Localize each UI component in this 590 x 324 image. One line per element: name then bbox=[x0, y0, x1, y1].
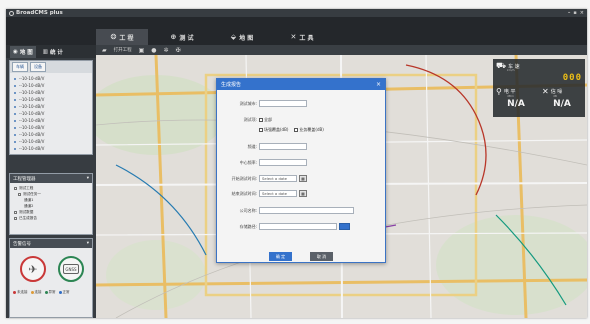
field-label: 公司名称: bbox=[239, 207, 257, 213]
field-row: 公司名称: bbox=[217, 206, 385, 215]
field-label: 频道: bbox=[247, 143, 257, 149]
calendar-icon[interactable]: ▦ bbox=[299, 175, 307, 182]
checkbox-label: 业务覆盖(dB) bbox=[299, 126, 324, 132]
calendar-icon[interactable]: ▦ bbox=[299, 190, 307, 197]
checkbox-label: 全部 bbox=[264, 116, 272, 122]
dialog-buttons: 确 定 取 消 bbox=[217, 252, 385, 261]
center-frequency-input[interactable] bbox=[259, 159, 307, 166]
field-row: 存储路径: bbox=[217, 222, 385, 231]
checkbox-icon[interactable] bbox=[294, 127, 299, 132]
generate-report-dialog: 生成报告 × 测试城市: 测试项: 全部 场强覆盖(dB) 业务覆盖(dB) 频… bbox=[216, 78, 386, 263]
end-date-input[interactable]: Select a date bbox=[259, 190, 297, 197]
field-row: 开始测试时间: Select a date ▦ bbox=[217, 174, 385, 183]
channel-input[interactable] bbox=[259, 143, 307, 150]
field-label: 结束测试时间: bbox=[231, 190, 257, 196]
field-row: 结束测试时间: Select a date ▦ bbox=[217, 189, 385, 198]
dialog-body: 测试城市: 测试项: 全部 场强覆盖(dB) 业务覆盖(dB) 频道: 中心频率… bbox=[217, 90, 385, 264]
cancel-button[interactable]: 取 消 bbox=[310, 252, 333, 261]
field-row: 频道: bbox=[217, 142, 385, 151]
company-name-input[interactable] bbox=[259, 207, 354, 214]
field-row: 测试城市: bbox=[217, 99, 385, 108]
dialog-header: 生成报告 × bbox=[217, 79, 385, 90]
dialog-title: 生成报告 bbox=[221, 82, 242, 88]
ok-button[interactable]: 确 定 bbox=[269, 252, 292, 261]
field-label: 存储路径: bbox=[239, 223, 257, 229]
browse-folder-button[interactable] bbox=[339, 223, 350, 230]
field-label: 测试项: bbox=[243, 116, 257, 122]
service-coverage-checkbox[interactable]: 业务覆盖(dB) bbox=[294, 126, 324, 133]
checkbox-label: 场强覆盖(dB) bbox=[264, 126, 289, 132]
test-city-input[interactable] bbox=[259, 100, 307, 107]
field-label: 测试城市: bbox=[239, 100, 257, 106]
checkbox-icon[interactable] bbox=[259, 117, 263, 122]
field-label: 中心频率: bbox=[239, 159, 257, 165]
field-row: 中心频率: bbox=[217, 158, 385, 167]
close-icon[interactable]: × bbox=[376, 81, 381, 88]
checkbox-icon[interactable] bbox=[259, 127, 263, 132]
field-row: 测试项: 全部 bbox=[217, 115, 385, 124]
field-label: 开始测试时间: bbox=[231, 175, 257, 181]
all-checkbox[interactable]: 全部 bbox=[259, 117, 272, 123]
save-path-input[interactable] bbox=[259, 223, 337, 230]
field-row: 场强覆盖(dB) 业务覆盖(dB) bbox=[217, 125, 385, 134]
start-date-input[interactable]: Select a date bbox=[259, 175, 297, 182]
field-coverage-checkbox[interactable]: 场强覆盖(dB) bbox=[259, 127, 288, 133]
